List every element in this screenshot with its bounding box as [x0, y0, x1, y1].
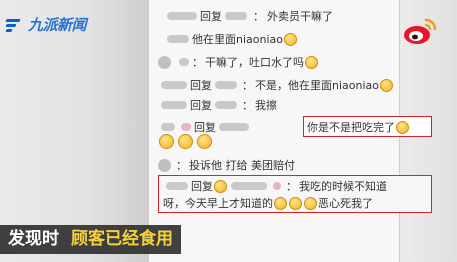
comment-text: 你是不是把吃完了 [307, 121, 395, 134]
avatar-icon [158, 158, 171, 172]
comment-1: 回复 ： 外卖员干嘛了 [164, 8, 333, 24]
video-frame: 九派新闻 回复 ： 外卖员干嘛了 他在里面niaoniao ： 干嘛了，吐口水了… [0, 0, 457, 262]
emoji-icon [380, 78, 393, 92]
comment-7: ： 投诉他 打给 美团赔付 [158, 157, 295, 173]
brand-logo-icon [5, 18, 22, 32]
comment-text: 我擦 [255, 99, 277, 112]
emoji-icon [304, 196, 317, 210]
avatar-icon [158, 55, 171, 69]
comment-text: 呀，今天早上才知道的 [163, 197, 273, 210]
emoji-row [158, 134, 213, 149]
brand-logo: 九派新闻 [5, 14, 87, 35]
emoji-icon [159, 134, 174, 149]
comment-text: 外卖员干嘛了 [267, 10, 333, 23]
emoji-icon [305, 55, 318, 69]
comment-4: 回复 ： 不是，他在里面niaoniao [158, 77, 394, 93]
comment-text: 干嘛了，吐口水了吗 [205, 56, 304, 69]
emoji-icon [197, 134, 212, 149]
reply-label: 回复 [191, 180, 213, 193]
reply-label: 回复 [190, 99, 212, 112]
comment-text: 不是，他在里面niaoniao [255, 79, 379, 92]
background-left [0, 0, 148, 262]
reply-label: 回复 [200, 10, 222, 23]
weibo-icon [404, 18, 437, 44]
comment-6: 回复 [158, 119, 252, 135]
emoji-icon [396, 120, 409, 134]
reply-label: 回复 [194, 121, 216, 134]
comment-8-line-1: 回复 ： 我吃的时候不知道 [163, 178, 387, 194]
emoji-icon [289, 196, 302, 210]
emoji-icon [214, 179, 227, 193]
emoji-icon [284, 32, 297, 46]
comment-text: 他在里面niaoniao [192, 33, 283, 46]
comment-3: ： 干嘛了，吐口水了吗 [158, 54, 319, 70]
comment-text: 投诉他 打给 美团赔付 [189, 159, 295, 172]
caption-part-2: 顾客已经食用 [67, 225, 181, 254]
highlight-box-2: 回复 ： 我吃的时候不知道 呀，今天早上才知道的 恶心死我了 [158, 175, 432, 213]
emoji-icon [178, 134, 193, 149]
reply-label: 回复 [190, 79, 212, 92]
highlight-box-1: 你是不是把吃完了 [303, 116, 432, 137]
comment-text: 恶心死我了 [318, 197, 373, 210]
comment-8-line-2: 呀，今天早上才知道的 恶心死我了 [163, 195, 373, 211]
comment-2: 他在里面niaoniao [164, 31, 298, 47]
comment-5: 回复 ： 我擦 [158, 97, 277, 113]
brand-logo-text: 九派新闻 [28, 16, 87, 34]
emoji-icon [274, 196, 287, 210]
caption-part-1: 发现时 [0, 225, 67, 254]
caption-bar: 发现时 顾客已经食用 [0, 225, 181, 254]
comment-text: 我吃的时候不知道 [299, 180, 387, 193]
